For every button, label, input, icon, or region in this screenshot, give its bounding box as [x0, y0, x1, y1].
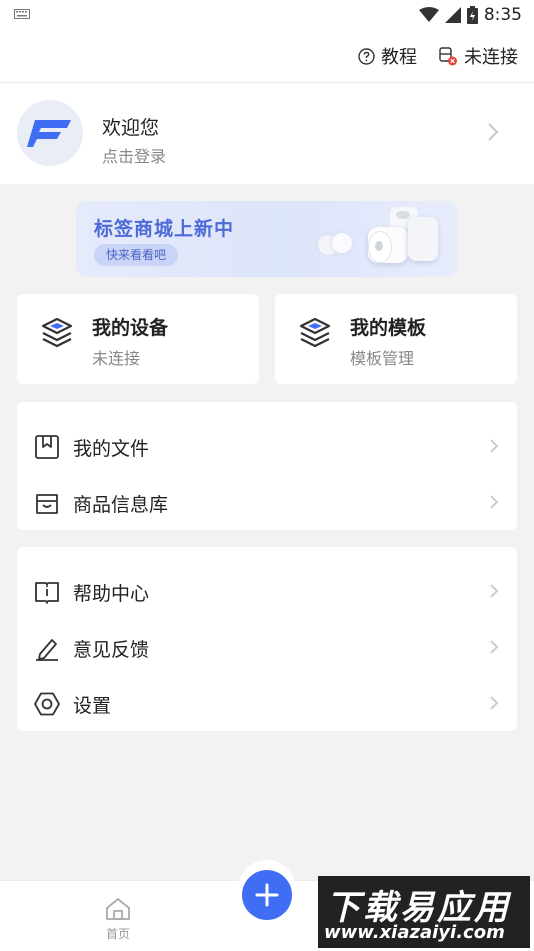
home-icon: [106, 898, 130, 920]
list-item-label: 商品信息库: [73, 494, 169, 516]
watermark-logo: 下载易应用 www.xiazaiyi.com: [318, 876, 530, 948]
banner-button[interactable]: 快来看看吧: [94, 244, 179, 266]
list-item-help-center[interactable]: 帮助中心: [17, 563, 517, 619]
signal-icon: [444, 7, 461, 23]
bookmark-file-icon: [35, 435, 59, 459]
list-item-label: 我的文件: [73, 438, 150, 460]
chevron-right-icon: [490, 640, 499, 654]
label-roll-small-image: [316, 229, 356, 259]
card-subtitle: 模板管理: [350, 349, 415, 368]
list-item-product-database[interactable]: 商品信息库: [17, 474, 517, 530]
label-roll-image: [366, 207, 446, 269]
book-info-icon: [35, 582, 59, 604]
banner-title: 标签商城上新中: [94, 218, 235, 240]
nav-home-label: 首页: [105, 927, 130, 941]
keyboard-icon: [14, 9, 30, 19]
layers-icon: [41, 317, 73, 348]
chevron-right-icon: [490, 439, 499, 453]
tutorial-label: 教程: [381, 47, 417, 68]
wifi-icon: [418, 7, 439, 22]
inbox-icon: [36, 494, 58, 514]
plus-icon: [255, 883, 279, 907]
connection-button[interactable]: 未连接: [438, 44, 518, 68]
list-group-support: 帮助中心 意见反馈 设置: [17, 547, 517, 731]
list-item-feedback[interactable]: 意见反馈: [17, 619, 517, 675]
nav-home[interactable]: 首页: [98, 897, 138, 942]
battery-icon: [466, 6, 478, 24]
list-item-label: 设置: [73, 695, 112, 717]
chevron-right-icon: [490, 495, 499, 509]
avatar: [17, 100, 83, 166]
list-group-files: 我的文件 商品信息库: [17, 402, 517, 530]
status-time: 8:35: [483, 5, 522, 25]
watermark-url: www.xiazaiyi.com: [324, 922, 505, 943]
status-bar: 8:35: [0, 0, 534, 30]
card-title: 我的模板: [350, 317, 427, 339]
chevron-right-icon: [488, 123, 499, 141]
layers-icon: [299, 317, 331, 348]
list-item-label: 意见反馈: [73, 639, 150, 661]
help-circle-icon: [358, 47, 375, 65]
add-button[interactable]: [242, 870, 292, 920]
top-app-bar: 教程 未连接: [0, 30, 534, 83]
login-prompt: 点击登录: [102, 147, 167, 166]
card-subtitle: 未连接: [92, 349, 141, 368]
app-logo-icon: [27, 120, 71, 147]
card-title: 我的设备: [92, 317, 169, 339]
list-item-my-files[interactable]: 我的文件: [17, 418, 517, 474]
connection-label: 未连接: [464, 47, 518, 68]
chevron-right-icon: [490, 584, 499, 598]
profile-login-row[interactable]: 欢迎您 点击登录: [0, 83, 534, 184]
printer-disconnected-icon: [439, 47, 457, 66]
my-templates-card[interactable]: 我的模板 模板管理: [275, 294, 517, 384]
list-item-settings[interactable]: 设置: [17, 675, 517, 731]
promo-banner[interactable]: 标签商城上新中 快来看看吧: [76, 201, 458, 277]
tutorial-button[interactable]: 教程: [358, 44, 417, 68]
chevron-right-icon: [490, 696, 499, 710]
status-indicators: 8:35: [418, 4, 522, 26]
hexagon-settings-icon: [34, 692, 60, 716]
welcome-text: 欢迎您: [102, 117, 160, 139]
list-item-label: 帮助中心: [73, 583, 150, 605]
my-devices-card[interactable]: 我的设备 未连接: [17, 294, 259, 384]
pen-icon: [36, 639, 58, 661]
